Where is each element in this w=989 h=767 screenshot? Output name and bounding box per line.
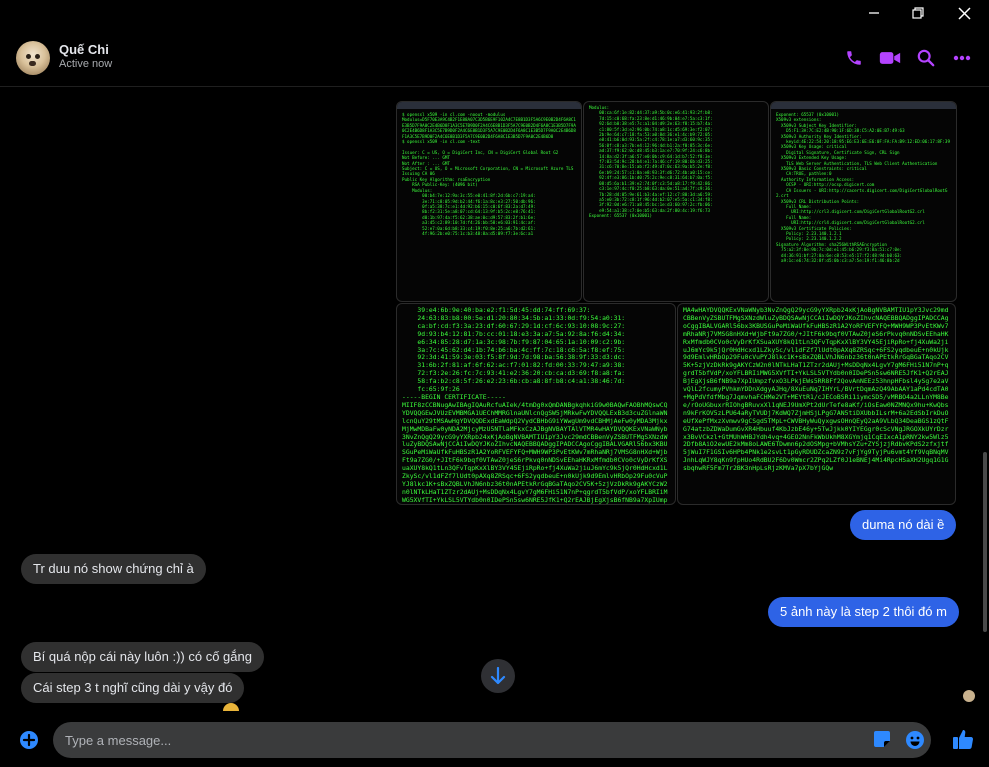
restore-icon[interactable] — [895, 0, 941, 26]
message-incoming[interactable]: Cái step 3 t nghĩ cũng dài y vậy đó — [21, 673, 245, 703]
conversation-header: Quế Chi Active now — [0, 26, 989, 87]
like-thumbs-up-icon[interactable] — [952, 728, 974, 750]
contact-avatar[interactable] — [16, 41, 50, 75]
message-outgoing[interactable]: 5 ảnh này là step 2 thôi đó m — [768, 597, 959, 627]
scroll-to-bottom-button[interactable] — [481, 659, 515, 693]
emoji-glyph — [906, 731, 924, 749]
message-incoming[interactable]: Tr duu nó show chứng chỉ à — [21, 554, 206, 584]
emoji-icon[interactable] — [905, 730, 925, 750]
screenshot-attachment-3[interactable]: Exponent: 65537 (0x10001) X509v3 extensi… — [770, 101, 957, 302]
more-glyph — [953, 55, 971, 61]
reaction-emoji-icon — [223, 703, 239, 711]
close-glyph — [957, 6, 971, 20]
plus-circle-glyph — [20, 731, 38, 749]
screenshot-attachment-5[interactable]: MA4wHAYDVQQKExVNaWNyb3NvZnQgQ29ycG9yYXRp… — [677, 303, 956, 505]
add-attachment-icon[interactable] — [19, 730, 39, 750]
screenshot-attachment-4[interactable]: 39:e4:6b:9e:40:ba:e2:f1:5d:45:dd:74:ff:6… — [396, 303, 676, 505]
video-glyph — [879, 52, 901, 64]
message-input[interactable] — [53, 722, 931, 758]
message-incoming[interactable]: Bí quá nộp cái này luôn :)) có cố gắng — [21, 642, 264, 672]
avatar-nose — [29, 61, 36, 66]
window-titlebar — [0, 0, 989, 26]
message-list: $ openssl x509 -in cl.com -noout -modulu… — [0, 87, 989, 712]
more-options-icon[interactable] — [948, 44, 976, 72]
arrow-down-icon — [490, 667, 506, 685]
contact-name[interactable]: Quế Chi — [59, 42, 109, 57]
phone-glyph — [847, 51, 861, 65]
attachment-2-text: Modulus: 00:ca:6f:1e:82:d4:37:a9:5b:0c:e… — [589, 105, 713, 219]
minimize-icon[interactable] — [851, 0, 897, 26]
attachment-3-text: Exponent: 65537 (0x10001) X509v3 extensi… — [776, 112, 950, 263]
search-glyph — [917, 49, 935, 67]
close-icon[interactable] — [941, 0, 987, 26]
seen-indicator-avatar — [963, 690, 975, 702]
search-icon[interactable] — [912, 44, 940, 72]
message-composer — [0, 712, 989, 767]
attachment-4-text: 39:e4:6b:9e:40:ba:e2:f1:5d:45:dd:74:ff:6… — [402, 306, 668, 504]
attachment-5-text: MA4wHAYDVQQKExVNaWNyb3NvZnQgQ29ycG9yYXRp… — [683, 306, 949, 473]
screenshot-attachment-2[interactable]: Modulus: 00:ca:6f:1e:82:d4:37:a9:5b:0c:e… — [583, 101, 769, 302]
contact-status: Active now — [59, 58, 113, 70]
avatar-eye — [26, 54, 31, 59]
thumbs-up-glyph — [953, 730, 974, 750]
minimize-glyph — [869, 12, 879, 14]
phone-icon[interactable] — [840, 44, 868, 72]
attachment-1-text: $ openssl x509 -in cl.com -noout -modulu… — [402, 112, 576, 236]
restore-glyph — [912, 7, 924, 19]
sticker-glyph — [874, 731, 890, 747]
screenshot-attachment-1[interactable]: $ openssl x509 -in cl.com -noout -modulu… — [396, 101, 582, 302]
terminal-titlebar — [397, 102, 581, 109]
message-outgoing[interactable]: duma nó dài ề — [850, 510, 957, 540]
avatar-eye — [35, 54, 40, 59]
terminal-titlebar — [771, 102, 956, 109]
chat-scrollbar[interactable] — [983, 452, 987, 632]
video-call-icon[interactable] — [876, 44, 904, 72]
sticker-icon[interactable] — [873, 730, 893, 750]
